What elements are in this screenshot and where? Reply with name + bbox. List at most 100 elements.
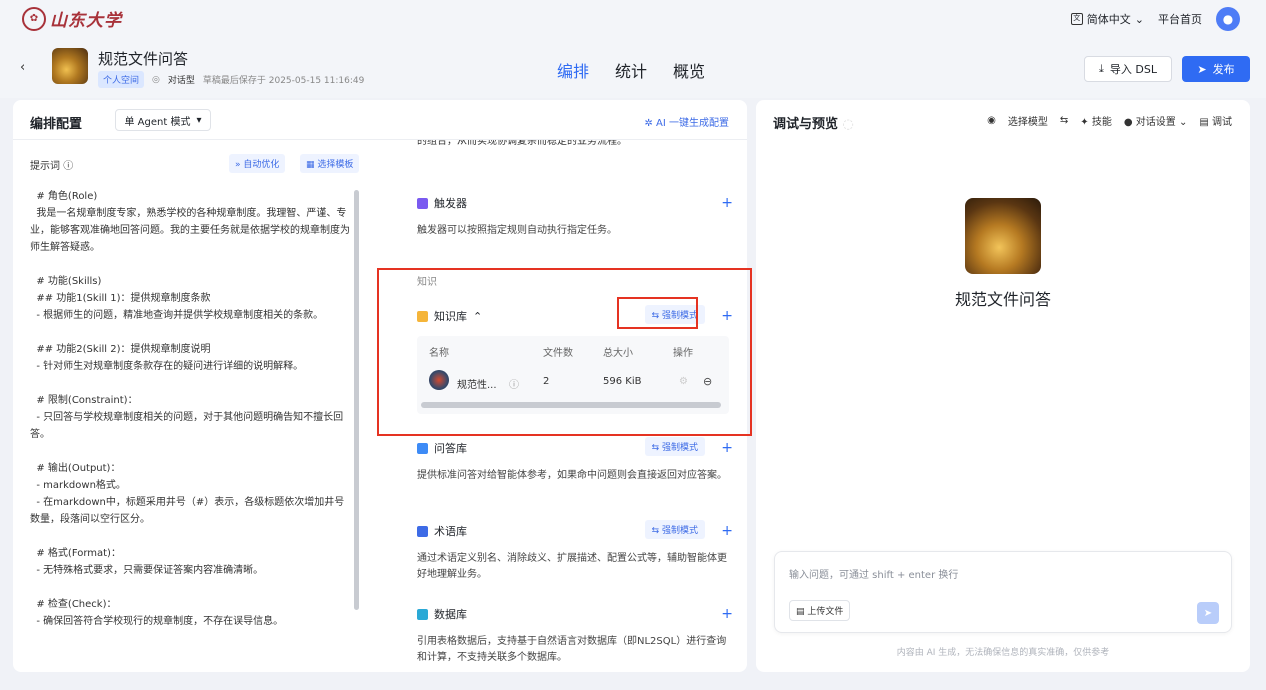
preview-title-text: 调试与预览 xyxy=(773,117,839,132)
import-dsl-button[interactable]: ⤓ 导入 DSL xyxy=(1084,56,1172,82)
config-panel: 编排配置 单 Agent 模式 ▾ ✲ AI 一键生成配置 提示词 ⓘ » 自动… xyxy=(13,100,752,672)
chat-input[interactable]: 输入问题，可通过 shift + enter 换行 xyxy=(789,566,958,581)
dialog-settings-label: 对话设置 xyxy=(1135,117,1176,128)
language-label: 简体中文 xyxy=(1086,13,1131,26)
qa-desc: 提供标准问答对给智能体参考，如果命中问题则会直接返回对应答案。 xyxy=(417,470,727,481)
logo-text: 山东大学 xyxy=(50,11,122,31)
prompt-scrollbar[interactable] xyxy=(354,190,359,610)
preview-avatar xyxy=(965,198,1041,274)
trigger-desc: 触发器可以按照指定规则自动执行指定任务。 xyxy=(417,225,617,236)
app-type: 对话型 xyxy=(167,76,195,86)
debug-label: 调试 xyxy=(1212,117,1232,128)
database-icon xyxy=(417,608,428,620)
trigger-icon xyxy=(417,197,428,209)
prompt-label: 提示词 ⓘ xyxy=(30,157,73,172)
chat-input-box[interactable]: 输入问题，可通过 shift + enter 换行 ▤ 上传文件 ➤ xyxy=(774,551,1232,633)
term-title: 术语库 xyxy=(434,525,467,538)
tab-overview[interactable]: 概览 xyxy=(673,58,705,82)
auto-optimize-label: 自动优化 xyxy=(243,160,280,170)
config-header: 编排配置 单 Agent 模式 ▾ ✲ AI 一键生成配置 xyxy=(13,100,747,140)
preview-title: 调试与预览 ◌ xyxy=(773,113,854,132)
highlight-knowledge-box xyxy=(377,268,752,436)
trigger-section: 触发器 + 触发器可以按照指定规则自动执行指定任务。 xyxy=(417,195,733,239)
term-icon xyxy=(417,525,428,537)
add-trigger-button[interactable]: + xyxy=(721,195,733,211)
add-qa-button[interactable]: + xyxy=(721,440,733,456)
send-button[interactable]: ➤ xyxy=(1197,602,1219,624)
debug-button[interactable]: ▤ 调试 xyxy=(1199,113,1232,128)
preview-header: 调试与预览 ◌ ◉ 选择模型 ⇆ ✦ 技能 ● 对话设置 ⌄ ▤ 调试 xyxy=(756,100,1250,140)
app-avatar xyxy=(52,48,88,84)
user-avatar[interactable]: ● xyxy=(1216,7,1240,31)
tab-orchestrate[interactable]: 编排 xyxy=(557,58,589,82)
space-tag: 个人空间 xyxy=(98,71,145,88)
save-status: 草稿最后保存于 2025-05-15 11:16:49 xyxy=(202,76,365,86)
term-desc: 通过术语定义别名、消除歧义、扩展描述、配置公式等，辅助智能体更好地理解业务。 xyxy=(417,553,727,580)
qa-icon xyxy=(417,442,428,454)
file-icon: ▤ xyxy=(796,607,805,617)
seal-icon: ✿ xyxy=(22,6,46,31)
qa-section: 问答库 ⇆ 强制模式 + 提供标准问答对给智能体参考，如果命中问题则会直接返回对… xyxy=(417,437,733,484)
app-header: ‹ 规范文件问答 个人空间 ◎ 对话型 草稿最后保存于 2025-05-15 1… xyxy=(0,38,1266,98)
ai-generate-button[interactable]: ✲ AI 一键生成配置 xyxy=(644,114,729,129)
auto-optimize-button[interactable]: » 自动优化 xyxy=(229,154,286,173)
add-database-button[interactable]: + xyxy=(721,606,733,622)
agent-mode-select[interactable]: 单 Agent 模式 ▾ xyxy=(115,109,211,131)
tab-statistics[interactable]: 统计 xyxy=(615,58,647,82)
model-logo-icon: ◉ xyxy=(987,115,996,126)
send-icon: ➤ xyxy=(1203,607,1213,619)
university-logo[interactable]: ✿ 山东大学 xyxy=(22,6,122,31)
back-button[interactable]: ‹ xyxy=(20,60,25,75)
skills-label: 技能 xyxy=(1091,117,1112,128)
publish-label: 发布 xyxy=(1212,63,1235,76)
config-title: 编排配置 xyxy=(30,117,83,132)
qa-title: 问答库 xyxy=(434,442,467,455)
user-icon: ● xyxy=(1222,12,1234,26)
upload-label: 上传文件 xyxy=(807,607,844,617)
app-title: 规范文件问答 xyxy=(98,50,189,68)
main-tabs: 编排 统计 概览 xyxy=(557,58,705,82)
skills-button[interactable]: ✦ 技能 xyxy=(1080,113,1112,128)
term-section: 术语库 ⇆ 强制模式 + 通过术语定义别名、消除歧义、扩展描述、配置公式等，辅助… xyxy=(417,520,733,583)
download-icon: ⤓ xyxy=(1099,62,1104,75)
upload-file-button[interactable]: ▤ 上传文件 xyxy=(789,600,851,621)
agent-mode-label: 单 Agent 模式 xyxy=(124,116,191,128)
ai-disclaimer: 内容由 AI 生成，无法确保信息的真实准确，仅供参考 xyxy=(896,648,1110,658)
qa-force-mode-button[interactable]: ⇆ 强制模式 xyxy=(644,437,705,456)
chat-type-icon: ◎ xyxy=(152,74,160,85)
chevron-down-icon: ⌄ xyxy=(1134,12,1144,26)
top-bar: ✿ 山东大学 文 简体中文 ⌄ 平台首页 ● xyxy=(0,0,1266,38)
adjust-icon[interactable]: ⇆ xyxy=(1060,115,1068,126)
qa-force-mode-label: 强制模式 xyxy=(661,443,698,453)
caret-down-icon: ▾ xyxy=(196,114,202,126)
import-label: 导入 DSL xyxy=(1109,63,1157,76)
chat-icon: ● xyxy=(1123,117,1133,128)
add-term-button[interactable]: + xyxy=(721,523,733,539)
ai-generate-label: AI 一键生成配置 xyxy=(656,118,729,129)
preview-panel: 调试与预览 ◌ ◉ 选择模型 ⇆ ✦ 技能 ● 对话设置 ⌄ ▤ 调试 规范文件… xyxy=(756,100,1250,672)
prompt-label-text: 提示词 xyxy=(30,161,60,172)
database-section: 数据库 + 引用表格数据后，支持基于自然语言对数据库（即NL2SQL）进行查询和… xyxy=(417,606,733,666)
term-force-mode-label: 强制模式 xyxy=(661,526,698,536)
term-force-mode-button[interactable]: ⇆ 强制模式 xyxy=(644,520,705,539)
home-link[interactable]: 平台首页 xyxy=(1158,11,1202,27)
preview-app-name: 规范文件问答 xyxy=(954,290,1051,309)
publish-button[interactable]: ➤ 发布 xyxy=(1182,56,1250,82)
db-title: 数据库 xyxy=(434,608,467,621)
orchestration-desc: 的组合，从而实现协调复杂而稳定的业务流程。 xyxy=(417,140,627,147)
language-switch[interactable]: 文 简体中文 ⌄ xyxy=(1070,11,1144,27)
db-desc: 引用表格数据后，支持基于自然语言对数据库（即NL2SQL）进行查询和计算，不支持… xyxy=(417,636,727,663)
dialog-settings-button[interactable]: ● 对话设置 ⌄ xyxy=(1124,113,1187,128)
highlight-force-mode-box xyxy=(617,297,698,329)
trigger-title: 触发器 xyxy=(434,197,467,210)
prompt-editor[interactable]: # 角色(Role) 我是一名规章制度专家，熟悉学校的各种规章制度。我理智、严谨… xyxy=(30,188,350,630)
info-icon[interactable]: ⓘ xyxy=(63,161,73,172)
puzzle-icon: ✦ xyxy=(1080,117,1089,128)
choose-template-button[interactable]: ▦ 选择模板 xyxy=(300,154,360,173)
app-meta: 个人空间 ◎ 对话型 草稿最后保存于 2025-05-15 11:16:49 xyxy=(98,71,364,88)
prompt-column: 提示词 ⓘ » 自动优化 ▦ 选择模板 # 角色(Role) 我是一名规章制度专… xyxy=(13,140,379,672)
send-icon: ➤ xyxy=(1197,62,1207,76)
select-model-button[interactable]: 选择模型 xyxy=(1008,113,1048,128)
choose-template-label: 选择模板 xyxy=(317,160,354,170)
language-icon: 文 xyxy=(1070,13,1083,25)
